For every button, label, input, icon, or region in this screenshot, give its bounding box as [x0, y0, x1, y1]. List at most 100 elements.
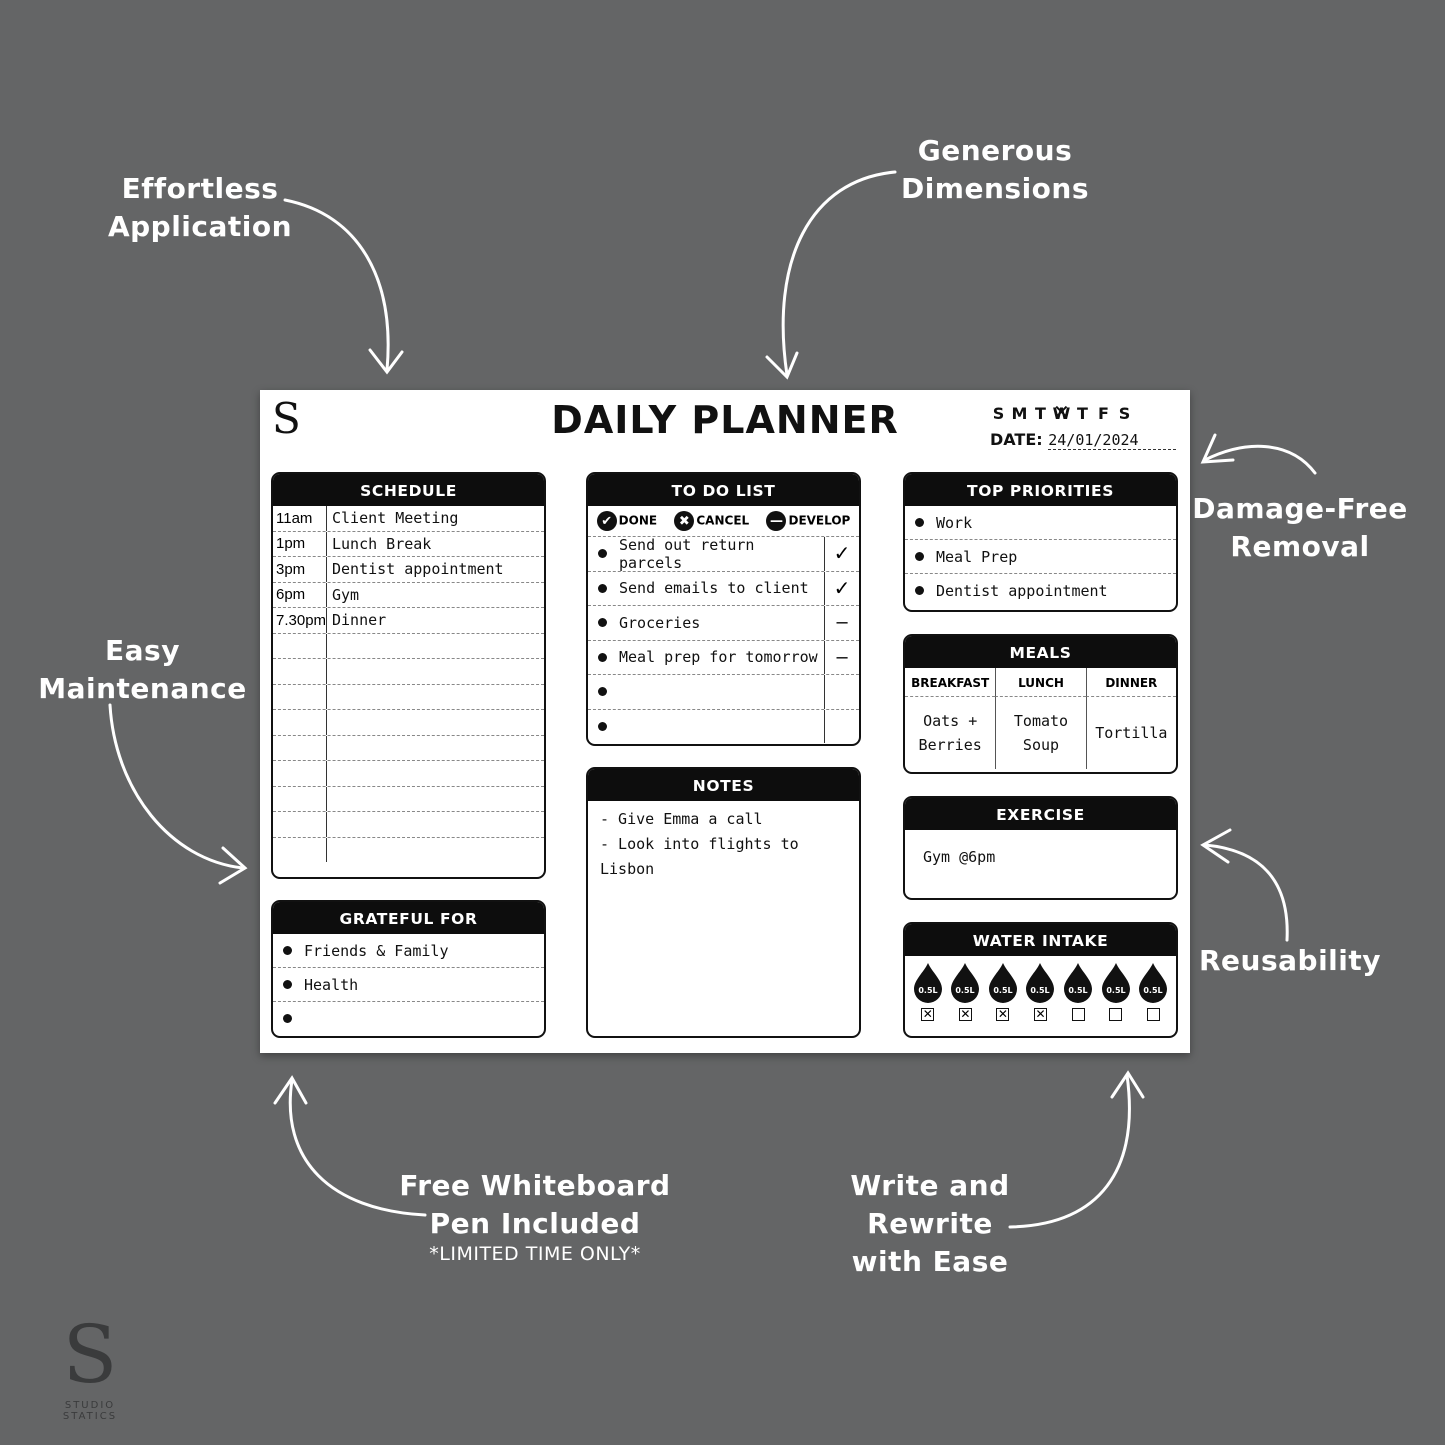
todo-item[interactable]: [588, 675, 859, 710]
drop-label: 0.5L: [993, 986, 1012, 995]
day-monday[interactable]: M: [1009, 404, 1030, 423]
schedule-row[interactable]: 11am Client Meeting: [273, 506, 544, 532]
day-wednesday[interactable]: W: [1051, 400, 1072, 424]
drop-label: 0.5L: [1144, 986, 1163, 995]
water-drop-item[interactable]: 0.5L ✕: [987, 962, 1019, 1021]
checkbox-empty[interactable]: [1146, 1008, 1160, 1021]
water-drop-item[interactable]: 0.5L: [1137, 962, 1169, 1021]
checkbox-checked[interactable]: ✕: [1033, 1008, 1047, 1021]
arrowhead-rewrite: [1110, 1070, 1145, 1099]
todo-item[interactable]: [588, 709, 859, 743]
checkbox-checked[interactable]: ✕: [958, 1008, 972, 1021]
priority-item[interactable]: Dentist appointment: [905, 574, 1176, 607]
schedule-time: [273, 786, 327, 811]
drop-label: 0.5L: [918, 986, 937, 995]
water-drop-item[interactable]: 0.5L ✕: [912, 962, 944, 1021]
priority-text: Dentist appointment: [936, 581, 1108, 600]
schedule-row[interactable]: [273, 812, 544, 838]
callout-easy-maintenance: Easy Maintenance: [38, 634, 247, 705]
checkbox-checked[interactable]: ✕: [996, 1008, 1010, 1021]
todo-item[interactable]: Send emails to client ✓: [588, 571, 859, 606]
day-tuesday[interactable]: T: [1030, 404, 1051, 423]
water-drop-icon: 0.5L: [1139, 963, 1168, 1003]
meal-label-breakfast: BREAKFAST: [905, 668, 996, 697]
checkbox-checked[interactable]: ✕: [921, 1008, 935, 1021]
callout-reusability: Reusability: [1198, 944, 1382, 977]
priority-rows: Work Meal Prep Dentist appointment: [905, 506, 1176, 607]
drop-label: 0.5L: [1068, 986, 1087, 995]
schedule-time: [273, 684, 327, 709]
todo-status-mark[interactable]: [824, 709, 859, 743]
exercise-text[interactable]: Gym @6pm: [905, 830, 1176, 884]
meal-value-dinner[interactable]: Tortilla: [1085, 697, 1176, 769]
date-value[interactable]: 24/01/2024: [1048, 431, 1177, 450]
todo-status-mark[interactable]: [824, 675, 859, 709]
schedule-row[interactable]: 7.30pm Dinner: [273, 608, 544, 634]
grateful-rows: Friends & Family Health: [273, 934, 544, 1035]
schedule-row[interactable]: 3pm Dentist appointment: [273, 557, 544, 583]
grateful-panel: GRATEFUL FOR Friends & Family Health: [271, 900, 546, 1038]
todo-status-mark[interactable]: ✓: [824, 571, 859, 605]
schedule-rows: 11am Client Meeting 1pm Lunch Break 3pm Denti…: [273, 506, 544, 862]
water-drop-item[interactable]: 0.5L: [1062, 962, 1094, 1021]
day-sunday[interactable]: S: [988, 404, 1009, 423]
meal-value-breakfast[interactable]: Oats + Berries: [905, 697, 995, 769]
meal-label-dinner: DINNER: [1085, 668, 1176, 697]
todo-item[interactable]: Send out return parcels ✓: [588, 536, 859, 572]
priority-item[interactable]: Meal Prep: [905, 540, 1176, 574]
schedule-row[interactable]: [273, 761, 544, 787]
schedule-row[interactable]: [273, 659, 544, 685]
water-drop-icon: 0.5L: [913, 963, 942, 1003]
day-saturday[interactable]: S: [1114, 404, 1135, 423]
schedule-row[interactable]: [273, 786, 544, 812]
grateful-item[interactable]: Health: [273, 968, 544, 1002]
bullet-icon: [283, 1014, 292, 1023]
grateful-header: GRATEFUL FOR: [273, 902, 544, 934]
schedule-time: 3pm: [273, 557, 327, 582]
schedule-time: [273, 659, 327, 684]
water-drop-icon: 0.5L: [1026, 963, 1055, 1003]
water-drop-item[interactable]: 0.5L ✕: [1024, 962, 1056, 1021]
schedule-time: [273, 812, 327, 837]
schedule-event: Dinner: [332, 611, 387, 630]
priority-item[interactable]: Work: [905, 506, 1176, 540]
grateful-item[interactable]: Friends & Family: [273, 934, 544, 968]
schedule-row[interactable]: 1pm Lunch Break: [273, 531, 544, 557]
schedule-header: SCHEDULE: [273, 474, 544, 506]
drop-label: 0.5L: [1031, 986, 1050, 995]
notes-body[interactable]: - Give Emma a call - Look into flights t…: [588, 801, 859, 888]
arrowhead-effortless: [368, 348, 404, 375]
grateful-item[interactable]: [273, 1002, 544, 1035]
todo-item[interactable]: Meal prep for tomorrow –: [588, 640, 859, 675]
schedule-time: [273, 837, 327, 862]
day-thursday[interactable]: T: [1072, 404, 1093, 423]
meal-value-lunch[interactable]: Tomato Soup: [995, 697, 1085, 769]
exercise-header: EXERCISE: [905, 798, 1176, 830]
schedule-row[interactable]: [273, 684, 544, 710]
checkbox-empty[interactable]: [1071, 1008, 1085, 1021]
water-drop-icon: 0.5L: [951, 963, 980, 1003]
date-label: DATE:: [990, 430, 1043, 449]
day-friday[interactable]: F: [1093, 404, 1114, 423]
todo-status-mark[interactable]: –: [824, 640, 859, 674]
water-drop-item[interactable]: 0.5L: [1100, 962, 1132, 1021]
schedule-row[interactable]: 6pm Gym: [273, 582, 544, 608]
schedule-row[interactable]: [273, 633, 544, 659]
meals-grid: BREAKFAST LUNCH DINNER Oats + Berries Tom…: [905, 668, 1176, 769]
todo-text: Meal prep for tomorrow: [619, 648, 818, 667]
todo-status-mark[interactable]: –: [824, 606, 859, 640]
water-drop-item[interactable]: 0.5L ✕: [949, 962, 981, 1021]
date-field: DATE: 24/01/2024: [990, 430, 1177, 450]
todo-legend: ✔ DONE ✖ CANCEL — DEVELOP: [588, 506, 859, 537]
checkbox-empty[interactable]: [1109, 1008, 1123, 1021]
todo-item[interactable]: Groceries –: [588, 606, 859, 641]
limited-time-note: *LIMITED TIME ONLY*: [429, 1243, 641, 1265]
todo-status-mark[interactable]: ✓: [824, 537, 859, 571]
bullet-icon: [598, 583, 607, 593]
schedule-row[interactable]: [273, 837, 544, 862]
bullet-icon: [598, 549, 607, 559]
schedule-row[interactable]: [273, 710, 544, 736]
schedule-row[interactable]: [273, 735, 544, 761]
bullet-icon: [598, 721, 607, 731]
arrowhead-reusability: [1200, 828, 1232, 864]
